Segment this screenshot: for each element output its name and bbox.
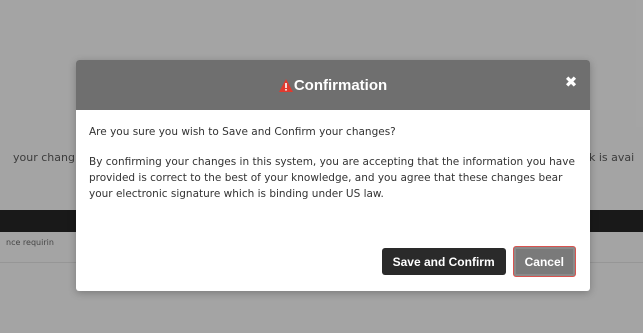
dialog-body: Are you sure you wish to Save and Confir…	[76, 110, 590, 202]
warning-triangle-icon	[278, 78, 293, 92]
confirmation-question: Are you sure you wish to Save and Confir…	[89, 126, 396, 138]
dialog-footer: Save and Confirm Cancel	[381, 246, 576, 277]
close-icon[interactable]: ✖	[564, 75, 578, 90]
cancel-button[interactable]: Cancel	[512, 246, 576, 277]
dialog-title-wrap: Confirmation	[278, 76, 388, 94]
confirmation-dialog: Confirmation ✖ Are you sure you wish to …	[76, 60, 590, 291]
save-and-confirm-button[interactable]: Save and Confirm	[381, 248, 506, 275]
dialog-header: Confirmation ✖	[76, 60, 590, 110]
electronic-signature-statement: By confirming your changes in this syste…	[89, 156, 575, 200]
dialog-title: Confirmation	[293, 76, 388, 94]
